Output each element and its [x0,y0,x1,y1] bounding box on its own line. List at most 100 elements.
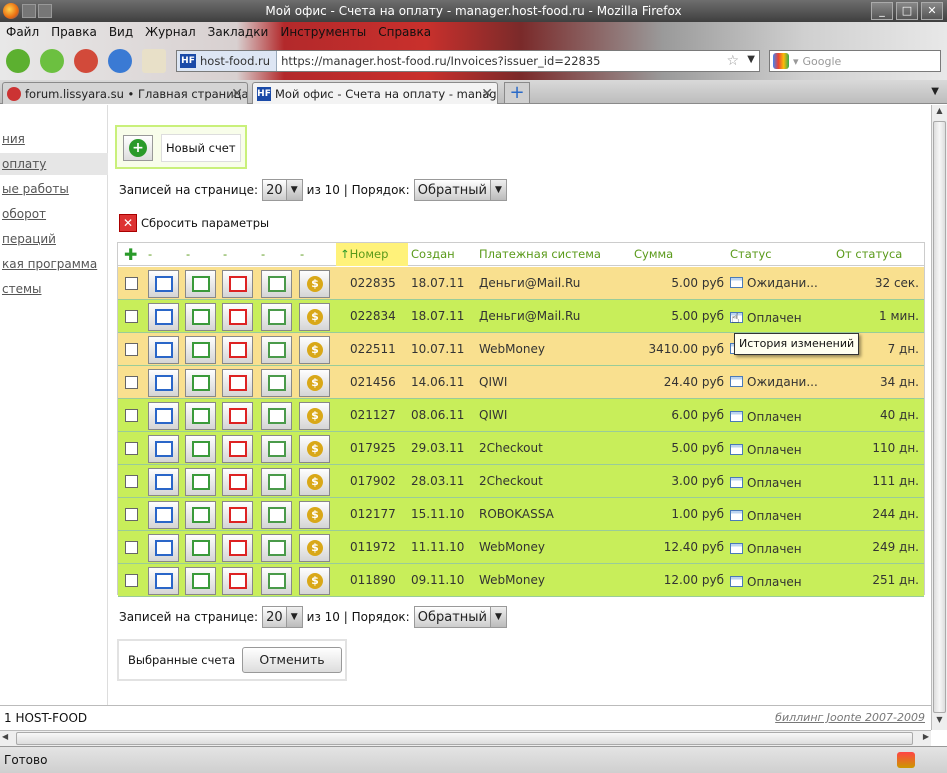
payment-icon[interactable]: $ [299,303,330,331]
cancel-button[interactable]: Отменить [242,647,342,673]
payment-icon[interactable]: $ [299,402,330,430]
edit-icon[interactable] [185,534,216,562]
forward-icon[interactable] [40,49,64,73]
row-checkbox[interactable] [125,343,138,356]
email-icon[interactable] [261,468,292,496]
horizontal-scrollbar[interactable]: ◀ ▶ [0,730,931,746]
payment-icon[interactable]: $ [299,534,330,562]
scroll-down-icon[interactable]: ▼ [933,715,946,729]
payment-icon[interactable]: $ [299,468,330,496]
pdf-icon[interactable] [222,501,253,529]
pdf-icon[interactable] [222,303,253,331]
billing-link[interactable]: биллинг Joonte 2007-2009 [775,711,925,724]
per-page-select[interactable]: 20 ▼ [262,606,303,628]
menu-history[interactable]: Журнал [145,22,196,42]
search-engine-dropdown-icon[interactable]: ▾ [793,55,799,68]
row-checkbox[interactable] [125,442,138,455]
invoice-number[interactable]: 022834 [350,309,396,323]
scroll-right-icon[interactable]: ▶ [923,732,929,741]
pdf-icon[interactable] [222,468,253,496]
edit-icon[interactable] [185,567,216,595]
url-dropdown-icon[interactable]: ▼ [747,54,755,65]
order-select[interactable]: Обратный ▼ [413,606,507,628]
payment-icon[interactable]: $ [299,435,330,463]
pdf-icon[interactable] [222,402,253,430]
maximize-button[interactable]: □ [896,2,918,20]
sidebar-item-6[interactable]: кая программа [0,253,108,275]
tab-invoices[interactable]: HF Мой офис - Счета на оплату - manage..… [252,82,498,104]
row-checkbox[interactable] [125,541,138,554]
edit-icon[interactable] [185,468,216,496]
payment-icon[interactable]: $ [299,369,330,397]
menu-file[interactable]: Файл [6,22,39,42]
email-icon[interactable] [261,270,292,298]
menu-help[interactable]: Справка [378,22,431,42]
sidebar-item-4[interactable]: оборот [0,203,108,225]
pdf-icon[interactable] [222,369,253,397]
hscroll-thumb[interactable] [16,732,913,745]
email-icon[interactable] [261,369,292,397]
home-icon[interactable] [142,49,166,73]
history-icon[interactable] [730,477,743,488]
email-icon[interactable] [261,402,292,430]
order-select[interactable]: Обратный ▼ [413,179,507,201]
new-invoice-button[interactable]: + [123,135,153,161]
history-icon[interactable] [730,510,743,521]
sidebar-item-5[interactable]: пераций [0,228,108,250]
pdf-icon[interactable] [222,435,253,463]
window-pin-icon[interactable] [38,4,52,18]
bookmark-star-icon[interactable]: ☆ [726,53,739,69]
pdf-icon[interactable] [222,534,253,562]
invoice-number[interactable]: 022835 [350,276,396,290]
info-icon[interactable] [148,336,179,364]
row-checkbox[interactable] [125,574,138,587]
email-icon[interactable] [261,303,292,331]
edit-icon[interactable] [185,270,216,298]
row-checkbox[interactable] [125,409,138,422]
invoice-number[interactable]: 021456 [350,375,396,389]
scroll-left-icon[interactable]: ◀ [2,732,8,741]
col-system[interactable]: Платежная система [479,247,601,261]
tab-forum[interactable]: forum.lissyara.su • Главная страница ✕ [2,82,248,104]
firefox-icon[interactable] [3,3,19,19]
info-icon[interactable] [148,567,179,595]
col-created[interactable]: Создан [411,247,455,261]
edit-icon[interactable] [185,402,216,430]
sidebar-item-7[interactable]: стемы [0,278,108,300]
new-tab-button[interactable]: + [504,82,530,104]
add-row-icon[interactable]: ✚ [124,245,137,264]
info-icon[interactable] [148,468,179,496]
pdf-icon[interactable] [222,567,253,595]
history-icon[interactable] [730,576,743,587]
per-page-select[interactable]: 20 ▼ [262,179,303,201]
edit-icon[interactable] [185,303,216,331]
window-menu-icon[interactable] [22,4,36,18]
invoice-number[interactable]: 012177 [350,507,396,521]
history-icon[interactable] [730,411,743,422]
row-checkbox[interactable] [125,277,138,290]
back-icon[interactable] [6,49,30,73]
sort-number-column[interactable]: ↑Номер [336,243,408,266]
email-icon[interactable] [261,534,292,562]
edit-icon[interactable] [185,435,216,463]
info-icon[interactable] [148,534,179,562]
history-icon[interactable] [730,543,743,554]
menu-view[interactable]: Вид [109,22,133,42]
edit-icon[interactable] [185,501,216,529]
payment-icon[interactable]: $ [299,501,330,529]
stop-icon[interactable] [74,49,98,73]
google-icon[interactable] [773,53,789,69]
history-icon[interactable] [730,376,743,387]
menu-edit[interactable]: Правка [51,22,97,42]
url-bar[interactable]: HF host-food.ru https://manager.host-food… [176,50,760,72]
reset-icon[interactable]: ✕ [119,214,137,232]
menu-bookmarks[interactable]: Закладки [208,22,269,42]
row-checkbox[interactable] [125,475,138,488]
info-icon[interactable] [148,402,179,430]
email-icon[interactable] [261,435,292,463]
sidebar-item-invoices[interactable]: оплату [0,153,108,175]
close-tab-icon[interactable]: ✕ [231,86,243,102]
reset-params[interactable]: ✕ Сбросить параметры [119,214,269,232]
invoice-number[interactable]: 017925 [350,441,396,455]
close-window-button[interactable]: ✕ [921,2,943,20]
